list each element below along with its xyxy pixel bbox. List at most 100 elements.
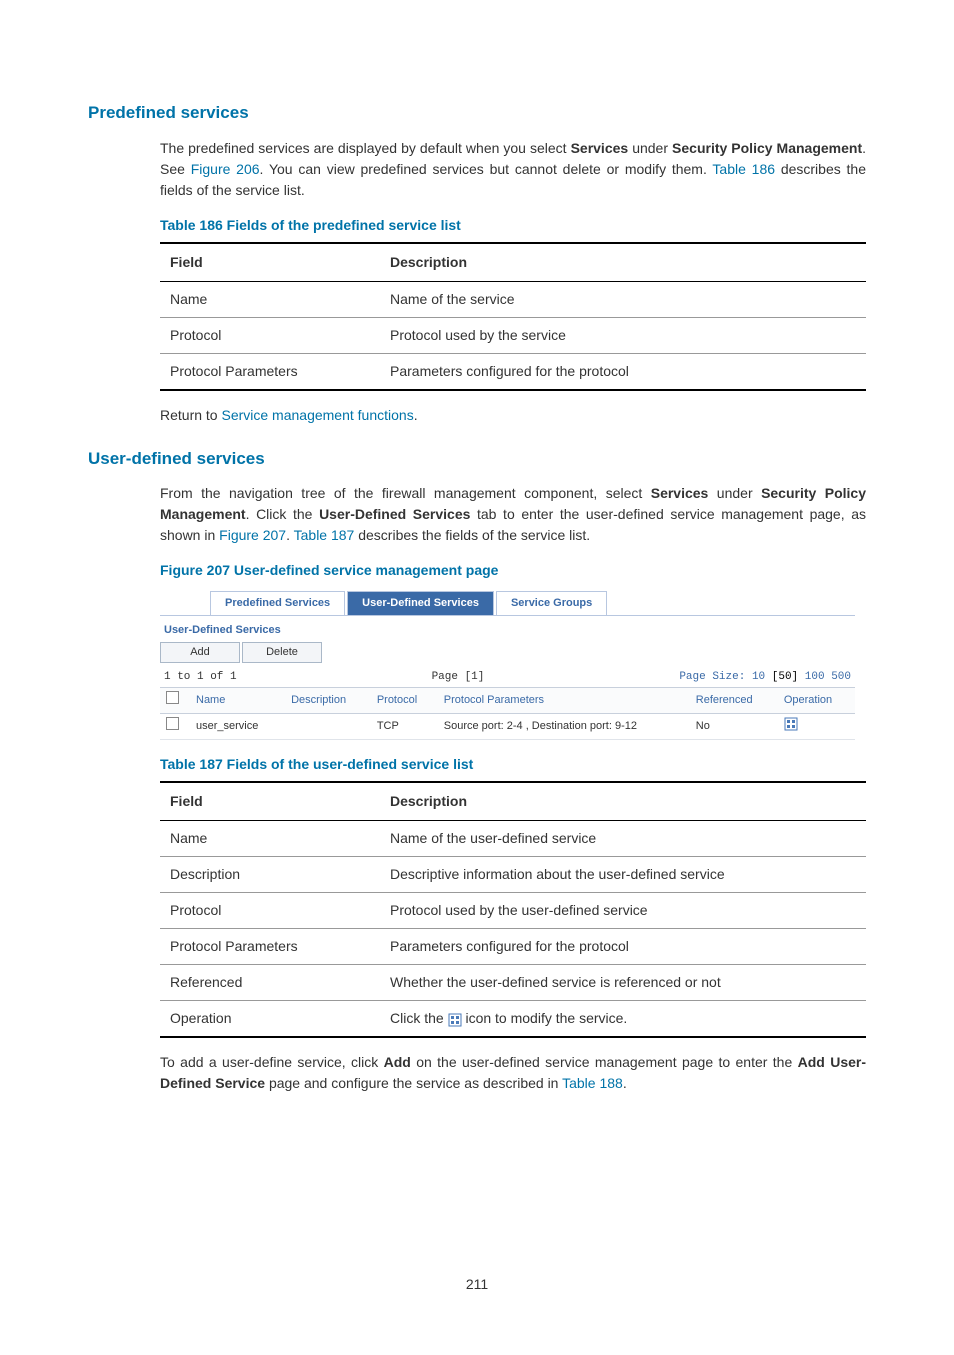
th-field: Field bbox=[160, 782, 380, 821]
heading-user-defined-services: User-defined services bbox=[88, 446, 866, 472]
text-bold: Services bbox=[651, 485, 709, 501]
cell-description bbox=[285, 713, 371, 740]
caption-table-187: Table 187 Fields of the user-defined ser… bbox=[160, 754, 866, 775]
page-size-500[interactable]: 500 bbox=[831, 671, 851, 683]
cell-referenced: No bbox=[690, 713, 778, 740]
cell-operation bbox=[778, 713, 855, 740]
col-operation[interactable]: Operation bbox=[778, 688, 855, 713]
cell: Name of the user-defined service bbox=[380, 821, 866, 857]
text: . You can view predefined services but c… bbox=[260, 161, 713, 177]
add-button[interactable]: Add bbox=[160, 642, 240, 663]
page-size-50[interactable]: [50] bbox=[772, 671, 798, 683]
th-description: Description bbox=[380, 243, 866, 282]
cell: Whether the user-defined service is refe… bbox=[380, 965, 866, 1001]
pager-range: 1 to 1 of 1 bbox=[164, 669, 237, 686]
caption-table-186: Table 186 Fields of the predefined servi… bbox=[160, 215, 866, 236]
cell: Description bbox=[160, 857, 380, 893]
th-description: Description bbox=[380, 782, 866, 821]
para-userdef-intro: From the navigation tree of the firewall… bbox=[160, 483, 866, 546]
text: Return to bbox=[160, 407, 221, 423]
text-bold: Add bbox=[384, 1054, 411, 1070]
cell: Protocol Parameters bbox=[160, 353, 380, 390]
delete-button[interactable]: Delete bbox=[242, 642, 322, 663]
text: describes the fields of the service list… bbox=[354, 527, 590, 543]
cell: Protocol bbox=[160, 317, 380, 353]
col-description[interactable]: Description bbox=[285, 688, 371, 713]
pager-page: Page [1] bbox=[432, 669, 485, 686]
pager-size: Page Size: 10 [50] 100 500 bbox=[679, 669, 851, 686]
cell: Name bbox=[160, 821, 380, 857]
table-row: Name Name of the user-defined service bbox=[160, 821, 866, 857]
cell: Parameters configured for the protocol bbox=[380, 353, 866, 390]
cell-name: user_service bbox=[190, 713, 285, 740]
table-row: Name Name of the service bbox=[160, 281, 866, 317]
text: Page Size: bbox=[679, 671, 752, 683]
text: The predefined services are displayed by… bbox=[160, 140, 571, 156]
table-row: Protocol Protocol used by the service bbox=[160, 317, 866, 353]
panel-title: User-Defined Services bbox=[160, 616, 855, 639]
cell: Parameters configured for the protocol bbox=[380, 929, 866, 965]
text: From the navigation tree of the firewall… bbox=[160, 485, 651, 501]
para-return: Return to Service management functions. bbox=[160, 405, 866, 426]
col-protocol-parameters[interactable]: Protocol Parameters bbox=[438, 688, 690, 713]
heading-predefined-services: Predefined services bbox=[88, 100, 866, 126]
text: . bbox=[286, 527, 294, 543]
text-bold: Security Policy Management bbox=[672, 140, 862, 156]
cell-protocol-parameters: Source port: 2-4 , Destination port: 9-1… bbox=[438, 713, 690, 740]
tab-service-groups[interactable]: Service Groups bbox=[496, 591, 607, 615]
col-protocol[interactable]: Protocol bbox=[371, 688, 438, 713]
cell: Name of the service bbox=[380, 281, 866, 317]
figure-207: Predefined Services User-Defined Service… bbox=[160, 591, 855, 740]
para-add-service: To add a user-define service, click Add … bbox=[160, 1052, 866, 1094]
link-table-188[interactable]: Table 188 bbox=[562, 1075, 623, 1091]
text: under bbox=[708, 485, 761, 501]
table-row: Protocol Protocol used by the user-defin… bbox=[160, 893, 866, 929]
cell: Operation bbox=[160, 1001, 380, 1038]
table-187: Field Description Name Name of the user-… bbox=[160, 781, 866, 1038]
link-figure-206[interactable]: Figure 206 bbox=[191, 161, 260, 177]
services-table: Name Description Protocol Protocol Param… bbox=[160, 688, 855, 740]
cell: Protocol used by the service bbox=[380, 317, 866, 353]
cell: Descriptive information about the user-d… bbox=[380, 857, 866, 893]
modify-icon bbox=[448, 1012, 462, 1026]
table-row: user_service TCP Source port: 2-4 , Dest… bbox=[160, 713, 855, 740]
page-number: 211 bbox=[88, 1274, 866, 1295]
text: page and configure the service as descri… bbox=[265, 1075, 562, 1091]
text: . Click the bbox=[246, 506, 319, 522]
text: Click the bbox=[390, 1010, 448, 1026]
page-size-100[interactable]: 100 bbox=[805, 671, 825, 683]
cell: Protocol bbox=[160, 893, 380, 929]
link-service-management-functions[interactable]: Service management functions bbox=[221, 407, 413, 423]
cell: Name bbox=[160, 281, 380, 317]
page-size-10[interactable]: 10 bbox=[752, 671, 765, 683]
col-referenced[interactable]: Referenced bbox=[690, 688, 778, 713]
text-bold: User-Defined Services bbox=[319, 506, 470, 522]
text-bold: Services bbox=[571, 140, 629, 156]
text: . bbox=[623, 1075, 627, 1091]
tab-predefined-services[interactable]: Predefined Services bbox=[210, 591, 345, 615]
table-row: Operation Click the icon to modify the s… bbox=[160, 1001, 866, 1038]
table-186: Field Description Name Name of the servi… bbox=[160, 242, 866, 391]
select-all-checkbox[interactable] bbox=[166, 691, 179, 704]
link-figure-207[interactable]: Figure 207 bbox=[219, 527, 286, 543]
text: on the user-defined service management p… bbox=[411, 1054, 798, 1070]
cell: Click the icon to modify the service. bbox=[380, 1001, 866, 1038]
table-row: Referenced Whether the user-defined serv… bbox=[160, 965, 866, 1001]
text: icon to modify the service. bbox=[462, 1010, 628, 1026]
col-name[interactable]: Name bbox=[190, 688, 285, 713]
para-predefined-intro: The predefined services are displayed by… bbox=[160, 138, 866, 201]
link-table-187[interactable]: Table 187 bbox=[294, 527, 355, 543]
modify-icon[interactable] bbox=[784, 722, 798, 734]
row-checkbox[interactable] bbox=[166, 717, 179, 730]
link-table-186[interactable]: Table 186 bbox=[712, 161, 775, 177]
table-row: Protocol Parameters Parameters configure… bbox=[160, 353, 866, 390]
cell-protocol: TCP bbox=[371, 713, 438, 740]
cell: Protocol used by the user-defined servic… bbox=[380, 893, 866, 929]
cell: Protocol Parameters bbox=[160, 929, 380, 965]
text: To add a user-define service, click bbox=[160, 1054, 384, 1070]
caption-figure-207: Figure 207 User-defined service manageme… bbox=[160, 560, 866, 581]
th-field: Field bbox=[160, 243, 380, 282]
tab-user-defined-services[interactable]: User-Defined Services bbox=[347, 591, 494, 615]
text: under bbox=[628, 140, 672, 156]
table-row: Protocol Parameters Parameters configure… bbox=[160, 929, 866, 965]
